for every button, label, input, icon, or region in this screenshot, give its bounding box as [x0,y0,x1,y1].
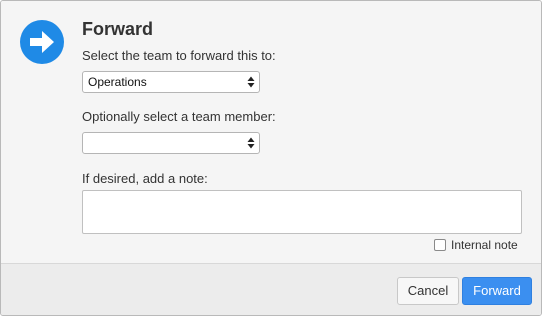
internal-note-label[interactable]: Internal note [451,238,518,252]
team-select-value: Operations [88,75,147,89]
note-label: If desired, add a note: [82,171,208,186]
dialog-title: Forward [82,19,154,39]
dialog-body: Forward Select the team to forward this … [1,1,541,263]
dialog-footer: Cancel Forward [1,263,541,315]
note-textarea[interactable] [82,190,522,234]
team-select-label: Select the team to forward this to: [82,48,276,63]
member-select-label: Optionally select a team member: [82,109,276,124]
select-arrows-icon [247,76,255,88]
select-arrows-icon [247,137,255,149]
forward-button[interactable]: Forward [462,277,532,305]
team-select[interactable]: Operations [82,71,260,93]
forward-dialog: Forward Select the team to forward this … [0,0,542,316]
arrow-right-circle-icon [20,20,64,64]
member-select[interactable] [82,132,260,154]
cancel-button[interactable]: Cancel [397,277,459,305]
internal-note-checkbox[interactable] [434,239,446,251]
